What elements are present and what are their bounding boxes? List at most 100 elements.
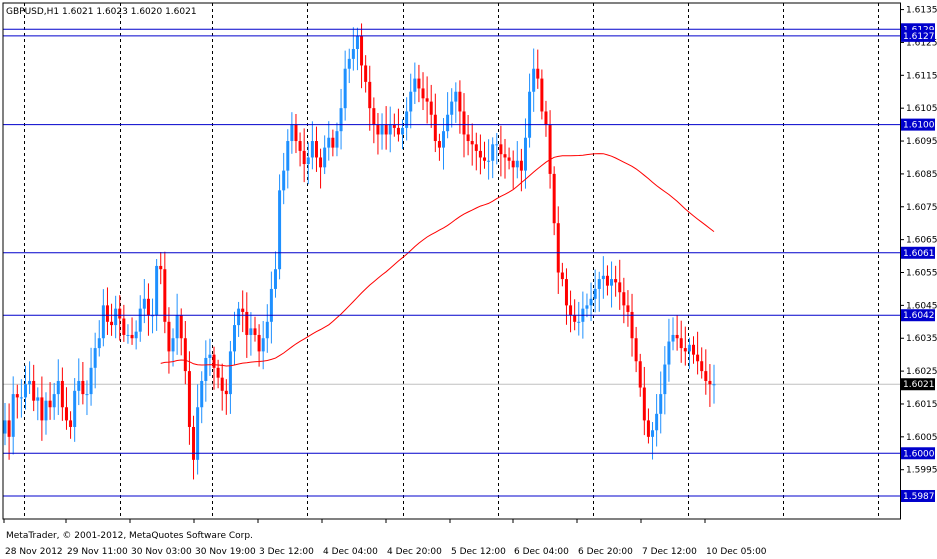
candle-bear[interactable] <box>122 318 126 335</box>
candle-bear[interactable] <box>634 338 638 362</box>
candle-bull[interactable] <box>155 265 159 316</box>
candle-bear[interactable] <box>60 380 64 408</box>
candle-bear[interactable] <box>220 377 224 391</box>
candle-bear[interactable] <box>646 420 650 437</box>
candle-bull[interactable] <box>712 384 716 386</box>
candle-bear[interactable] <box>146 298 150 316</box>
candle-bull[interactable] <box>52 394 56 408</box>
candle-bear[interactable] <box>421 88 425 99</box>
candle-bear[interactable] <box>364 65 368 82</box>
candle-bear[interactable] <box>69 420 73 427</box>
candle-bull[interactable] <box>171 338 175 352</box>
candle-bear[interactable] <box>614 279 618 283</box>
candle-bear[interactable] <box>331 137 335 148</box>
candle-bear[interactable] <box>241 308 245 312</box>
candle-bull[interactable] <box>249 328 253 335</box>
candle-bear[interactable] <box>159 265 163 270</box>
candle-bull[interactable] <box>495 144 499 146</box>
candle-bear[interactable] <box>630 311 634 339</box>
candle-bull[interactable] <box>515 160 519 168</box>
candle-bear[interactable] <box>372 108 376 125</box>
price-chart[interactable]: 1.61351.61251.61151.61051.60951.60851.60… <box>0 0 937 559</box>
candle-bull[interactable] <box>97 338 101 349</box>
candle-bull[interactable] <box>454 91 458 102</box>
candle-bear[interactable] <box>626 305 630 312</box>
candle-bull[interactable] <box>401 127 405 135</box>
candle-bull[interactable] <box>585 305 589 309</box>
candle-bear[interactable] <box>130 334 134 339</box>
candle-bull[interactable] <box>532 68 536 92</box>
candle-bull[interactable] <box>3 420 7 434</box>
candle-bear[interactable] <box>257 334 261 352</box>
candle-bear[interactable] <box>81 380 85 395</box>
candle-bull[interactable] <box>577 321 581 323</box>
candle-bear[interactable] <box>556 223 560 273</box>
candle-bear[interactable] <box>110 321 114 326</box>
candle-bear[interactable] <box>540 78 544 112</box>
candle-bull[interactable] <box>282 170 286 191</box>
candle-bull[interactable] <box>335 131 339 148</box>
candle-bear[interactable] <box>536 68 540 79</box>
candle-bear[interactable] <box>417 78 421 89</box>
candle-bear[interactable] <box>396 127 400 135</box>
candle-bear[interactable] <box>462 111 466 135</box>
candle-bull[interactable] <box>355 35 359 50</box>
candle-bear[interactable] <box>564 279 568 306</box>
candle-bear[interactable] <box>212 354 216 368</box>
candle-bull[interactable] <box>175 315 179 339</box>
candle-bear[interactable] <box>429 101 433 115</box>
candle-bull[interactable] <box>204 357 208 381</box>
candle-bull[interactable] <box>323 147 327 168</box>
candle-bull[interactable] <box>593 288 597 299</box>
candle-bear[interactable] <box>544 111 548 125</box>
candle-bear[interactable] <box>675 334 679 339</box>
candle-bear[interactable] <box>314 141 318 158</box>
candle-bear[interactable] <box>605 275 609 286</box>
candle-bear[interactable] <box>474 144 478 151</box>
candle-bull[interactable] <box>101 305 105 339</box>
candle-bull[interactable] <box>77 380 81 391</box>
candle-bear[interactable] <box>192 426 196 460</box>
candle-bull[interactable] <box>351 49 355 59</box>
candle-bull[interactable] <box>446 114 450 132</box>
candle-bear[interactable] <box>32 380 36 401</box>
candle-bear[interactable] <box>368 81 372 109</box>
candle-bear[interactable] <box>216 367 220 378</box>
candle-bull[interactable] <box>73 390 77 427</box>
candle-bull[interactable] <box>36 397 40 401</box>
candle-bear[interactable] <box>642 387 646 421</box>
candle-bull[interactable] <box>663 364 667 395</box>
candle-bear[interactable] <box>179 315 183 339</box>
candle-bear[interactable] <box>548 124 552 174</box>
candle-bull[interactable] <box>228 351 232 395</box>
candle-bull[interactable] <box>56 380 60 395</box>
candle-bull[interactable] <box>409 91 413 112</box>
candle-bear[interactable] <box>319 157 323 168</box>
candle-bear[interactable] <box>679 338 683 349</box>
candle-bull[interactable] <box>601 275 605 280</box>
candle-bull[interactable] <box>327 137 331 148</box>
candle-bear[interactable] <box>384 124 388 135</box>
candle-bull[interactable] <box>491 144 495 161</box>
candle-bear[interactable] <box>503 154 507 158</box>
candle-bull[interactable] <box>405 111 409 128</box>
candle-bull[interactable] <box>343 68 347 109</box>
candle-bull[interactable] <box>233 325 237 352</box>
candle-bear[interactable] <box>560 272 564 280</box>
candle-bear[interactable] <box>683 348 687 352</box>
candle-bull[interactable] <box>290 124 294 142</box>
candle-bear[interactable] <box>552 173 556 224</box>
candle-bull[interactable] <box>347 58 351 69</box>
candle-bear[interactable] <box>40 397 44 421</box>
candle-bull[interactable] <box>23 384 27 398</box>
candle-bear[interactable] <box>569 305 573 316</box>
candle-bear[interactable] <box>458 91 462 112</box>
candle-bull[interactable] <box>597 279 601 289</box>
candle-bull[interactable] <box>93 348 97 368</box>
candle-bull[interactable] <box>523 137 527 171</box>
candle-bear[interactable] <box>294 124 298 142</box>
candle-bull[interactable] <box>142 298 146 309</box>
candle-bull[interactable] <box>442 131 446 148</box>
candle-bull[interactable] <box>19 397 23 399</box>
candle-bear[interactable] <box>704 371 708 381</box>
